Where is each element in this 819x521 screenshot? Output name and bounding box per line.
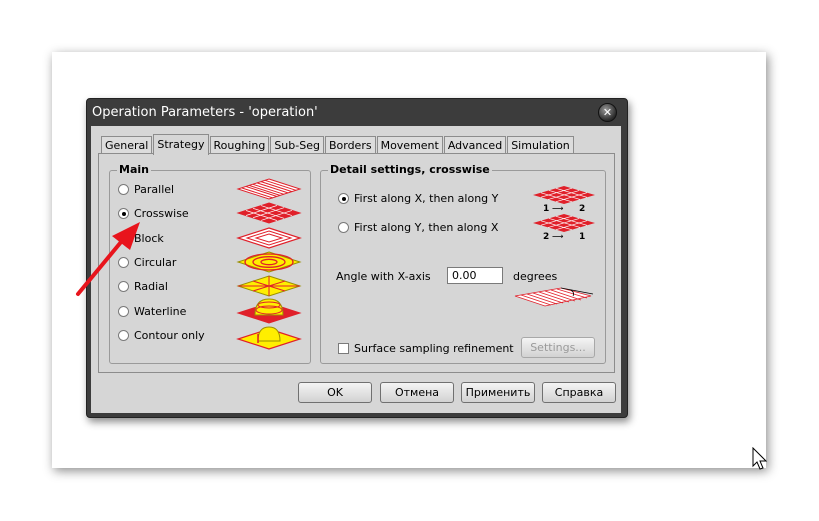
angle-diagram-icon xyxy=(514,287,594,307)
strategy-tab-panel: Main Parallel Crosswise Block Circular R… xyxy=(98,153,615,373)
angle-input[interactable] xyxy=(447,267,503,284)
apply-button[interactable]: Применить xyxy=(461,382,535,403)
first-x-then-y-label: First along X, then along Y xyxy=(354,191,499,205)
ok-button[interactable]: OK xyxy=(298,382,372,403)
crosswise-label: Crosswise xyxy=(134,206,189,220)
operation-parameters-dialog: Operation Parameters - 'operation' ✕ Gen… xyxy=(86,98,628,418)
detail-settings-title: Detail settings, crosswise xyxy=(328,163,492,176)
angle-unit: degrees xyxy=(513,270,558,283)
parallel-pattern-icon xyxy=(236,178,302,200)
help-button[interactable]: Справка xyxy=(542,382,616,403)
contour-only-label: Contour only xyxy=(134,328,205,342)
option-first-x-then-y[interactable]: First along X, then along Y xyxy=(338,190,498,206)
circular-pattern-icon xyxy=(236,251,302,273)
detail-settings-group: Detail settings, crosswise First along X… xyxy=(320,163,606,364)
angle-label: Angle with X-axis xyxy=(336,270,431,283)
parallel-radio[interactable] xyxy=(118,183,129,195)
first-y-then-x-label: First along Y, then along X xyxy=(354,220,499,234)
cancel-button[interactable]: Отмена xyxy=(380,382,454,403)
main-group-title: Main xyxy=(117,163,151,176)
tab-simulation[interactable]: Simulation xyxy=(507,136,574,154)
y-then-x-label-start: 2 xyxy=(543,232,550,242)
waterline-radio[interactable] xyxy=(118,305,129,317)
y-then-x-pattern-icon xyxy=(533,214,595,232)
close-button[interactable]: ✕ xyxy=(598,103,617,122)
parallel-label: Parallel xyxy=(134,182,175,196)
waterline-label: Waterline xyxy=(134,304,187,318)
dialog-title: Operation Parameters - 'operation' xyxy=(92,105,318,120)
tab-sub-seg[interactable]: Sub-Seg xyxy=(270,136,324,154)
x-then-y-direction-icon: ⟶ xyxy=(552,204,564,213)
mouse-pointer-icon xyxy=(752,447,768,470)
y-then-x-preview: 2 ⟶ 1 xyxy=(531,213,597,243)
option-contour-only[interactable]: Contour only xyxy=(118,327,205,343)
settings-button[interactable]: Settings... xyxy=(521,337,595,358)
first-y-then-x-radio[interactable] xyxy=(338,221,349,233)
crosswise-pattern-icon xyxy=(236,202,302,224)
surface-sampling-label: Surface sampling refinement xyxy=(354,341,514,355)
contour-only-radio[interactable] xyxy=(118,329,129,341)
surface-sampling-checkbox[interactable] xyxy=(338,342,349,354)
tab-roughing[interactable]: Roughing xyxy=(209,136,270,154)
y-then-x-direction-icon: ⟶ xyxy=(552,232,564,241)
tab-movement[interactable]: Movement xyxy=(376,136,443,154)
tab-general[interactable]: General xyxy=(101,136,153,154)
tab-advanced[interactable]: Advanced xyxy=(443,136,507,154)
option-parallel[interactable]: Parallel xyxy=(118,181,174,197)
tab-strategy[interactable]: Strategy xyxy=(153,134,209,155)
option-crosswise[interactable]: Crosswise xyxy=(118,205,189,221)
block-pattern-icon xyxy=(236,227,302,249)
tab-strip: General Strategy Roughing Sub-Seg Border… xyxy=(101,134,575,155)
contour-only-pattern-icon xyxy=(236,326,302,350)
first-x-then-y-radio[interactable] xyxy=(338,192,349,204)
option-first-y-then-x[interactable]: First along Y, then along X xyxy=(338,219,498,235)
annotation-arrow-icon xyxy=(76,222,140,296)
y-then-x-label-end: 1 xyxy=(579,232,586,242)
close-icon: ✕ xyxy=(602,106,613,119)
surface-sampling-option[interactable]: Surface sampling refinement xyxy=(338,340,514,356)
option-waterline[interactable]: Waterline xyxy=(118,303,186,319)
x-then-y-pattern-icon xyxy=(533,186,595,204)
x-then-y-preview: 1 ⟶ 2 xyxy=(531,185,597,215)
tab-borders[interactable]: Borders xyxy=(324,136,376,154)
dialog-client-area: General Strategy Roughing Sub-Seg Border… xyxy=(91,126,621,413)
title-bar[interactable]: Operation Parameters - 'operation' ✕ xyxy=(87,99,627,125)
crosswise-radio[interactable] xyxy=(118,207,129,219)
